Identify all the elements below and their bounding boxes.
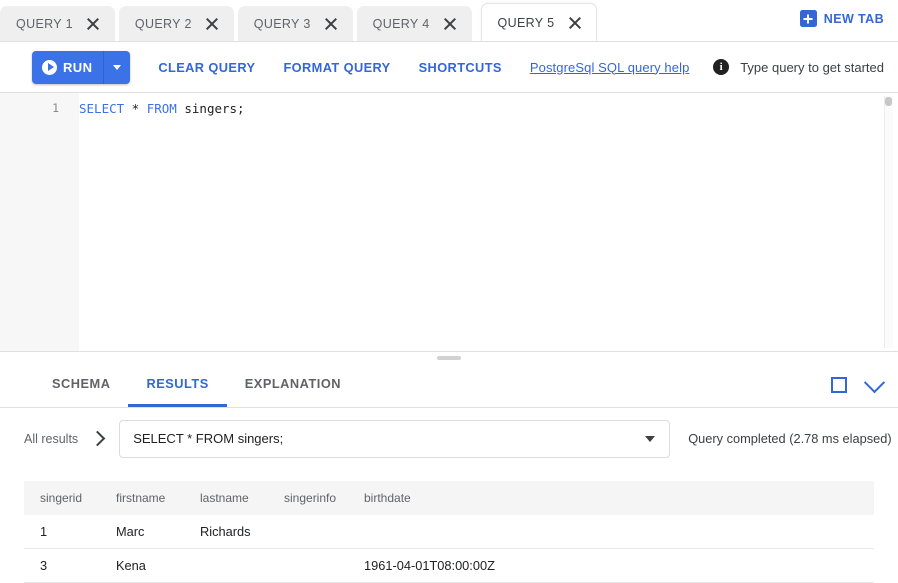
results-table-body: 1 Marc Richards 3 Kena 1961-04-01T08:00:… [24, 515, 874, 583]
fullscreen-icon[interactable] [831, 377, 847, 393]
new-tab-button[interactable]: NEW TAB [800, 10, 884, 27]
tab-label: QUERY 2 [135, 17, 192, 31]
cell-lastname: Richards [184, 515, 268, 549]
tab-schema[interactable]: SCHEMA [34, 363, 128, 407]
query-status-text: Query completed (2.78 ms elapsed) [688, 431, 891, 446]
results-tabs: SCHEMA RESULTS EXPLANATION [0, 363, 898, 408]
editor-scrollbar[interactable] [884, 96, 893, 348]
run-button-group[interactable]: RUN [32, 51, 130, 84]
column-header-lastname[interactable]: lastname [184, 481, 268, 515]
caret-down-icon [645, 436, 655, 442]
sql-help-link[interactable]: PostgreSql SQL query help [530, 60, 690, 75]
tab-explanation[interactable]: EXPLANATION [227, 363, 359, 407]
run-button[interactable]: RUN [32, 51, 103, 84]
splitter-handle[interactable] [437, 356, 461, 360]
clear-query-button[interactable]: CLEAR QUERY [158, 60, 255, 75]
cell-birthdate: 1961-04-01T08:00:00Z [348, 549, 874, 583]
editor-gutter: 1 [0, 93, 79, 351]
chevron-right-icon [90, 431, 106, 447]
results-table: singerid firstname lastname singerinfo b… [24, 481, 874, 583]
column-header-singerid[interactable]: singerid [24, 481, 100, 515]
close-icon[interactable] [567, 15, 582, 30]
results-panel-actions [831, 363, 882, 407]
tab-query-4[interactable]: QUERY 4 [357, 6, 472, 41]
column-header-birthdate[interactable]: birthdate [348, 481, 874, 515]
results-query-bar: All results SELECT * FROM singers; Query… [0, 408, 898, 469]
shortcuts-button[interactable]: SHORTCUTS [419, 60, 502, 75]
cell-lastname [184, 549, 268, 583]
caret-down-icon [113, 65, 121, 70]
table-header-row: singerid firstname lastname singerinfo b… [24, 481, 874, 515]
editor-scrollbar-thumb[interactable] [885, 97, 892, 106]
sql-editor[interactable]: 1 SELECT * FROM singers; [0, 92, 898, 351]
sql-code-area[interactable]: SELECT * FROM singers; [79, 93, 898, 351]
editor-toolbar: RUN CLEAR QUERY FORMAT QUERY SHORTCUTS P… [0, 42, 898, 92]
sql-star: * [124, 101, 147, 116]
table-row[interactable]: 1 Marc Richards [24, 515, 874, 549]
breadcrumb-all-results[interactable]: All results [24, 432, 78, 446]
tab-label: QUERY 4 [373, 17, 430, 31]
close-icon[interactable] [86, 16, 101, 31]
tab-label: QUERY 1 [16, 17, 73, 31]
info-icon: i [713, 59, 729, 75]
cell-singerinfo [268, 515, 348, 549]
panel-splitter[interactable] [0, 351, 898, 363]
query-select-value: SELECT * FROM singers; [133, 431, 645, 446]
close-icon[interactable] [443, 16, 458, 31]
table-row[interactable]: 3 Kena 1961-04-01T08:00:00Z [24, 549, 874, 583]
tab-results[interactable]: RESULTS [128, 363, 226, 407]
results-table-head: singerid firstname lastname singerinfo b… [24, 481, 874, 515]
sql-keyword-from: FROM [147, 101, 177, 116]
sql-table-name: singers; [177, 101, 245, 116]
close-icon[interactable] [324, 16, 339, 31]
run-label: RUN [63, 60, 92, 75]
tab-query-1[interactable]: QUERY 1 [0, 6, 115, 41]
column-header-firstname[interactable]: firstname [100, 481, 184, 515]
hint-text: Type query to get started [740, 60, 884, 75]
query-tabs: QUERY 1 QUERY 2 QUERY 3 QUERY 4 QUERY 5 [0, 0, 602, 41]
tab-strip: QUERY 1 QUERY 2 QUERY 3 QUERY 4 QUERY 5 … [0, 0, 898, 42]
format-query-button[interactable]: FORMAT QUERY [283, 60, 390, 75]
query-select[interactable]: SELECT * FROM singers; [119, 420, 670, 458]
results-panel: SCHEMA RESULTS EXPLANATION All results S… [0, 363, 898, 583]
sql-keyword-select: SELECT [79, 101, 124, 116]
play-icon [42, 60, 57, 75]
plus-icon [800, 10, 817, 27]
tab-query-3[interactable]: QUERY 3 [238, 6, 353, 41]
cell-singerid: 1 [24, 515, 100, 549]
tab-label: QUERY 3 [254, 17, 311, 31]
cell-firstname: Marc [100, 515, 184, 549]
cell-firstname: Kena [100, 549, 184, 583]
cell-birthdate [348, 515, 874, 549]
editor-hint: i Type query to get started [713, 59, 884, 75]
close-icon[interactable] [205, 16, 220, 31]
cell-singerinfo [268, 549, 348, 583]
column-header-singerinfo[interactable]: singerinfo [268, 481, 348, 515]
tab-label: QUERY 5 [498, 16, 555, 30]
run-dropdown-button[interactable] [103, 51, 130, 84]
chevron-down-icon[interactable] [864, 372, 885, 393]
cell-singerid: 3 [24, 549, 100, 583]
new-tab-label: NEW TAB [824, 12, 884, 26]
tab-query-5[interactable]: QUERY 5 [481, 3, 598, 41]
tab-query-2[interactable]: QUERY 2 [119, 6, 234, 41]
line-number: 1 [0, 99, 79, 118]
results-table-wrap: singerid firstname lastname singerinfo b… [0, 469, 898, 583]
